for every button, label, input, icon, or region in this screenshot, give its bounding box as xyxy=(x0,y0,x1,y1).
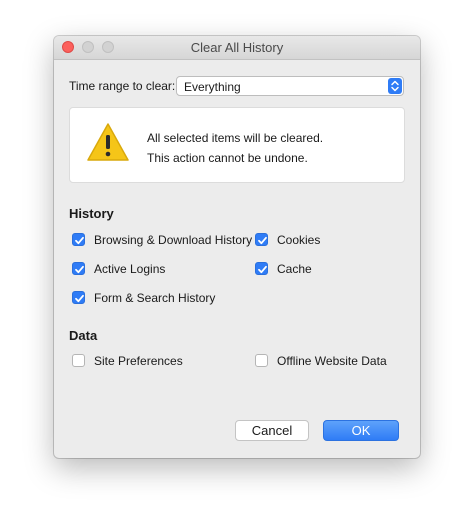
history-section-title: History xyxy=(69,206,114,221)
checkmark-icon[interactable] xyxy=(72,291,85,304)
checkmark-icon[interactable] xyxy=(72,233,85,246)
checkbox-label: Cache xyxy=(277,262,312,276)
checkbox-label: Site Preferences xyxy=(94,354,183,368)
chevron-up-down-icon xyxy=(388,78,402,94)
warning-triangle-icon xyxy=(86,122,130,162)
time-range-select[interactable]: Everything xyxy=(176,76,404,96)
data-section-title: Data xyxy=(69,328,98,343)
warning-message-line-1: All selected items will be cleared. xyxy=(147,131,324,145)
checkbox-label: Active Logins xyxy=(94,262,166,276)
time-range-label: Time range to clear: xyxy=(69,79,176,93)
time-range-value: Everything xyxy=(184,80,241,94)
checkbox-label: Offline Website Data xyxy=(277,354,387,368)
checkbox-box[interactable] xyxy=(72,354,85,367)
ok-button[interactable]: OK xyxy=(323,420,399,441)
checkbox-label: Cookies xyxy=(277,233,321,247)
warning-panel: All selected items will be cleared. This… xyxy=(69,107,405,183)
title-bar[interactable]: Clear All History xyxy=(54,36,420,60)
warning-message-line-2: This action cannot be undone. xyxy=(147,151,308,165)
cancel-button[interactable]: Cancel xyxy=(235,420,309,441)
clear-history-dialog: Clear All History Time range to clear: E… xyxy=(54,36,420,458)
checkbox-box[interactable] xyxy=(255,354,268,367)
checkmark-icon[interactable] xyxy=(72,262,85,275)
window-title: Clear All History xyxy=(190,40,284,55)
checkbox-label: Form & Search History xyxy=(94,291,216,305)
checkbox-label: Browsing & Download History xyxy=(94,233,253,247)
checkmark-icon[interactable] xyxy=(255,233,268,246)
checkmark-icon[interactable] xyxy=(255,262,268,275)
